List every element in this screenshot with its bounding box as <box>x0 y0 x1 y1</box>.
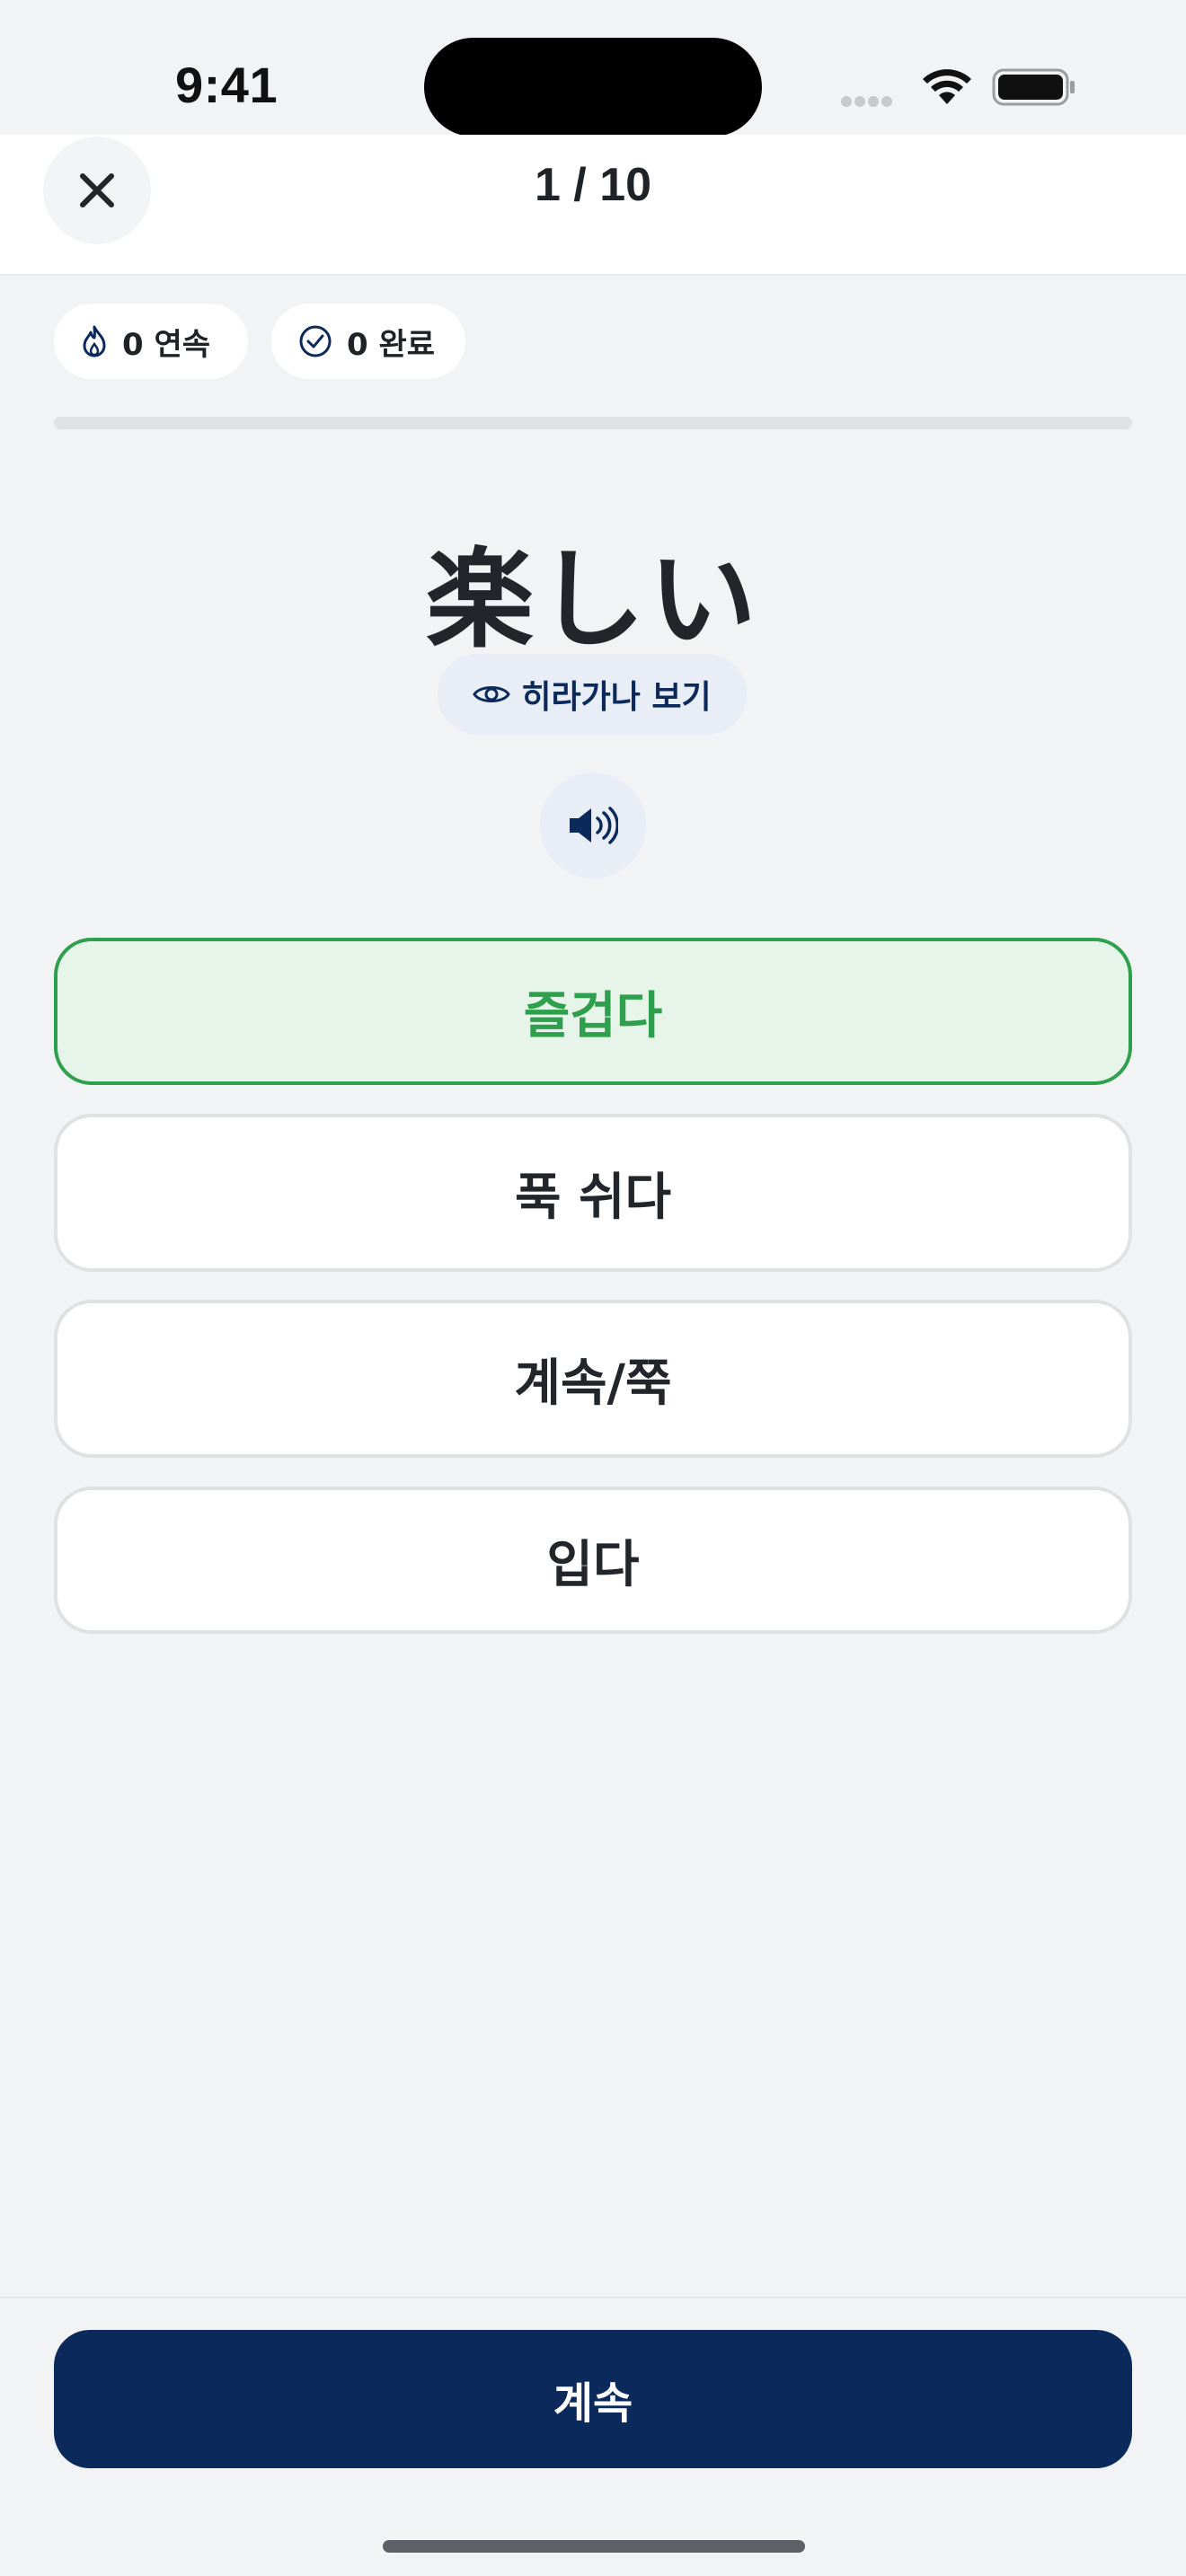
answer-option-label: 계속/쭉 <box>514 1354 672 1413</box>
flame-icon <box>83 325 106 357</box>
streak-badge: 0 연속 <box>54 304 248 379</box>
completed-count: 0 완료 <box>347 326 436 363</box>
question-counter: 1 / 10 <box>534 159 652 211</box>
streak-count: 0 연속 <box>122 326 211 363</box>
speaker-icon <box>570 807 618 844</box>
quiz-header: 1 / 10 <box>0 135 1186 276</box>
home-indicator[interactable] <box>383 2540 805 2553</box>
check-circle-icon <box>299 325 332 357</box>
answer-option-3[interactable]: 계속/쭉 <box>54 1300 1132 1458</box>
question-word: 楽しい <box>426 538 760 663</box>
show-hiragana-button[interactable]: 히라가나 보기 <box>438 654 747 735</box>
battery-icon <box>992 68 1075 106</box>
footer-divider <box>0 2297 1186 2298</box>
continue-button[interactable]: 계속 <box>54 2330 1132 2468</box>
completed-badge: 0 완료 <box>271 304 465 379</box>
answer-option-label: 푹 쉬다 <box>514 1168 672 1227</box>
progress-bar <box>54 417 1132 429</box>
answer-option-4[interactable]: 입다 <box>54 1486 1132 1634</box>
cellular-signal-icon <box>841 93 900 107</box>
answer-option-label: 즐겁다 <box>523 986 663 1045</box>
status-bar: 9:41 <box>0 0 1186 137</box>
wifi-icon <box>923 69 971 104</box>
answer-option-label: 입다 <box>546 1535 640 1594</box>
show-hiragana-label: 히라가나 보기 <box>521 679 712 716</box>
answer-option-1[interactable]: 즐겁다 <box>54 938 1132 1085</box>
eye-icon <box>473 686 511 702</box>
continue-label: 계속 <box>553 2378 633 2429</box>
dynamic-island <box>424 38 762 137</box>
play-audio-button[interactable] <box>540 772 646 878</box>
answer-option-2[interactable]: 푹 쉬다 <box>54 1114 1132 1272</box>
status-time: 9:41 <box>175 57 279 113</box>
